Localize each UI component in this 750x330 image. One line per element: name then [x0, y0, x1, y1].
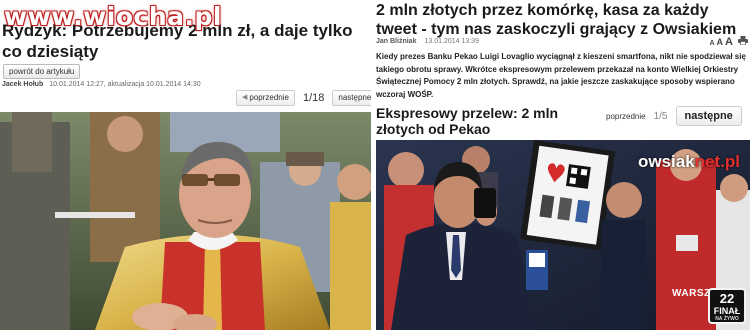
- font-size-tools: A A A: [709, 36, 748, 48]
- right-article-title: 2 mln złotych przez komórkę, kasa za każ…: [376, 2, 737, 38]
- final-sublabel: NA ŻYWO: [715, 316, 739, 322]
- printer-icon[interactable]: [738, 36, 748, 45]
- right-article-panel: 2 mln złotych przez komórkę, kasa za każ…: [374, 0, 750, 330]
- left-prev-button[interactable]: ◀ poprzednie: [236, 90, 295, 106]
- left-author: Jacek Hołub: [2, 81, 44, 88]
- right-prev-link[interactable]: poprzednie: [606, 112, 646, 121]
- final-number: 22: [719, 291, 735, 306]
- left-article-meta: Jacek Hołub 10.01.2014 12:27, aktualizacj…: [2, 81, 201, 88]
- site-watermark: www.wiocha.pl: [4, 2, 222, 31]
- priest-photo-image: [0, 112, 371, 330]
- right-page-counter: 1/5: [653, 110, 668, 122]
- left-next-button[interactable]: następne▶: [332, 90, 371, 106]
- back-to-article-button[interactable]: powrót do artykułu: [3, 64, 81, 79]
- right-gallery-pager: poprzednie 1/5 następne: [606, 106, 742, 126]
- right-date: 13.01.2014 13:39: [424, 38, 479, 45]
- owsiak-net-logo: owsiaknet.pl: [637, 152, 740, 171]
- left-date: 10.01.2014 12:27: [49, 81, 104, 88]
- priest-photo: [0, 112, 371, 330]
- right-article-meta: Jan Bliźniak 13.01.2014 13:39: [376, 38, 479, 45]
- left-updated: , aktualizacja 10.01.2014 14:30: [103, 81, 201, 88]
- wosp-final-badge: 22 FINAŁ NA ŻYWO: [708, 288, 746, 324]
- final-label: FINAŁ: [713, 306, 741, 316]
- font-large-button[interactable]: A: [725, 36, 733, 48]
- right-article-lead: Kiedy prezes Banku Pekao Luigi Lovaglio …: [376, 52, 746, 99]
- left-article-panel: www.wiocha.pl Rydzyk: Potrzebujemy 2 mln…: [0, 0, 371, 330]
- right-author[interactable]: Jan Bliźniak: [376, 38, 416, 45]
- wosp-photo: owsiaknet.pl WARSZAWA 22 FINAŁ NA ŻYWO: [376, 140, 750, 330]
- left-gallery-pager: ◀poprzednie 1/18 następne▶: [236, 90, 371, 106]
- font-small-button[interactable]: A: [709, 40, 714, 47]
- chevron-left-icon: ◀: [242, 94, 248, 101]
- right-next-button[interactable]: następne: [675, 106, 742, 126]
- gallery-caption-title: Ekspresowy przelew: 2 mln złotych od Pek…: [376, 105, 559, 137]
- left-page-counter: 1/18: [302, 92, 325, 104]
- font-medium-button[interactable]: A: [717, 37, 724, 47]
